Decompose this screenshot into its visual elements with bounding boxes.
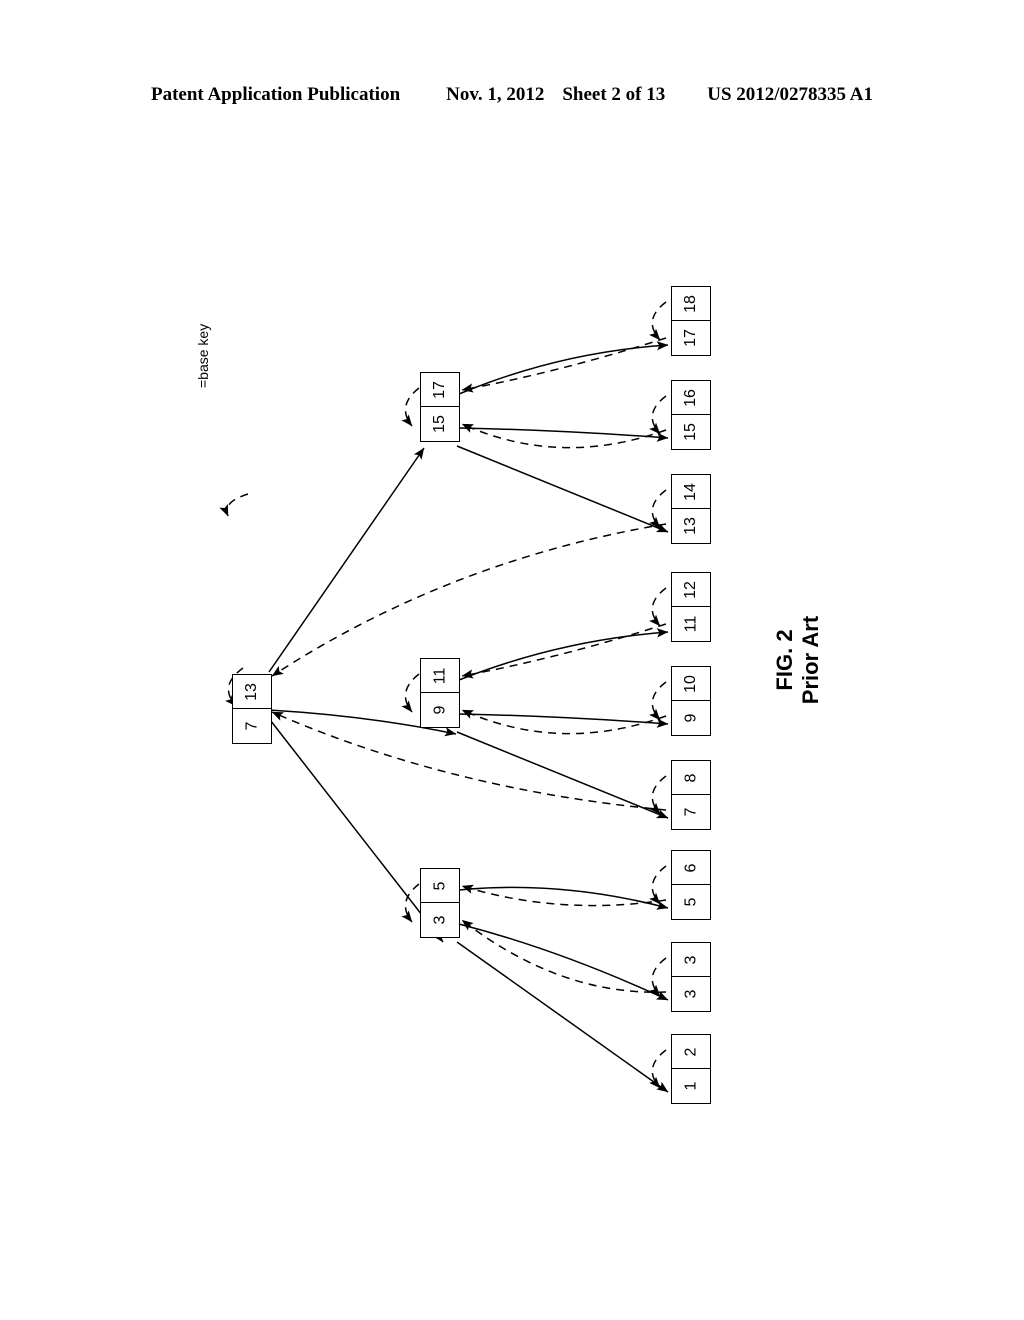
node-cell: 15 — [421, 407, 459, 441]
tree-node-leaf-9: 2 1 — [671, 1034, 711, 1104]
node-cell-value: 5 — [431, 881, 448, 890]
edge-basekey-internal-1-self — [401, 387, 420, 427]
edge-root-to-internal-3 — [266, 715, 444, 943]
edge-basekey-leaf-4-self — [649, 587, 667, 627]
patent-figure-page: Patent Application Publication Nov. 1, 20… — [0, 0, 1024, 1320]
node-cell: 13 — [672, 509, 710, 543]
node-cell-value: 5 — [682, 897, 699, 907]
node-cell: 11 — [421, 659, 459, 693]
edge-basekey-leaf-1-to-internal-1 — [461, 337, 667, 393]
node-cell-value: 13 — [681, 517, 699, 535]
figure-subtitle: Prior Art — [798, 615, 823, 705]
node-cell: 10 — [672, 667, 710, 701]
node-cell: 5 — [421, 869, 459, 903]
edge-basekey-leaf-3-to-root — [271, 523, 667, 677]
node-cell: 17 — [421, 373, 459, 407]
node-cell-value: 14 — [681, 482, 699, 501]
node-cell: 9 — [421, 693, 459, 727]
node-cell-value: 11 — [681, 615, 699, 633]
edge-internal-1-to-leaf-2 — [458, 427, 669, 442]
legend-basekey-arrow — [219, 493, 249, 517]
node-cell: 16 — [672, 381, 710, 415]
node-cell-value: 7 — [243, 721, 260, 731]
node-cell: 18 — [672, 287, 710, 321]
node-cell-value: 3 — [431, 915, 448, 925]
tree-node-leaf-7: 6 5 — [671, 850, 711, 920]
node-cell-value: 16 — [681, 388, 699, 407]
edge-basekey-leaf-5-self — [649, 681, 667, 721]
node-cell: 12 — [672, 573, 710, 607]
node-cell: 8 — [672, 761, 710, 795]
figure-number: FIG. 2 — [772, 629, 797, 691]
edge-basekey-leaf-3-self — [649, 489, 667, 529]
edge-internal-2-to-leaf-6 — [456, 731, 669, 819]
node-cell-value: 17 — [430, 380, 448, 399]
node-cell-value: 9 — [682, 713, 699, 723]
node-cell-value: 7 — [682, 807, 699, 817]
node-cell-value: 15 — [681, 423, 699, 441]
node-cell-value: 12 — [681, 580, 699, 599]
edge-basekey-leaf-2-self — [649, 395, 667, 435]
node-cell: 17 — [672, 321, 710, 355]
edge-internal-3-to-leaf-8 — [458, 923, 669, 1001]
edge-basekey-leaf-7-to-internal-3 — [461, 884, 667, 907]
node-cell-value: 1 — [682, 1081, 699, 1091]
legend-base-key-label: =base key — [195, 323, 211, 388]
edge-internal-1-to-leaf-1 — [458, 341, 669, 395]
node-cell-value: 10 — [681, 674, 699, 693]
edge-basekey-leaf-6-self — [649, 775, 667, 815]
edge-internal-1-to-leaf-3 — [456, 445, 669, 533]
tree-node-leaf-1: 18 17 — [671, 286, 711, 356]
node-cell-value: 3 — [682, 989, 699, 999]
tree-node-leaf-2: 16 15 — [671, 380, 711, 450]
node-cell: 3 — [421, 903, 459, 937]
tree-node-internal-3: 5 3 — [420, 868, 460, 938]
figure-caption: FIG. 2 Prior Art — [772, 570, 892, 750]
edge-basekey-internal-2-self — [401, 673, 420, 713]
node-cell: 7 — [233, 709, 271, 743]
node-cell-value: 2 — [682, 1047, 699, 1056]
node-cell-value: 3 — [682, 955, 699, 964]
tree-node-leaf-8: 3 3 — [671, 942, 711, 1012]
tree-node-internal-1: 17 15 — [420, 372, 460, 442]
tree-node-leaf-6: 8 7 — [671, 760, 711, 830]
edge-internal-2-to-leaf-5 — [458, 713, 669, 728]
edge-root-to-internal-1 — [268, 447, 425, 673]
node-cell: 1 — [672, 1069, 710, 1103]
tree-node-leaf-3: 14 13 — [671, 474, 711, 544]
node-cell-value: 9 — [431, 705, 448, 715]
tree-node-leaf-5: 10 9 — [671, 666, 711, 736]
node-cell-value: 11 — [430, 667, 448, 684]
edge-basekey-leaf-1-self — [649, 301, 667, 341]
node-cell: 3 — [672, 977, 710, 1011]
node-cell: 15 — [672, 415, 710, 449]
node-cell-value: 17 — [681, 329, 699, 347]
node-cell-value: 15 — [430, 415, 448, 433]
node-cell-value: 13 — [242, 682, 260, 701]
node-cell: 6 — [672, 851, 710, 885]
node-cell: 2 — [672, 1035, 710, 1069]
edge-basekey-leaf-7-self — [649, 865, 667, 905]
node-cell-value: 8 — [682, 773, 699, 782]
node-cell-value: 18 — [681, 294, 699, 313]
edge-internal-3-to-leaf-9 — [456, 941, 669, 1093]
edge-internal-2-to-leaf-4 — [458, 628, 669, 681]
edge-basekey-leaf-6-to-root — [271, 711, 667, 811]
edge-basekey-leaf-8-self — [649, 957, 667, 997]
node-cell: 11 — [672, 607, 710, 641]
tree-node-internal-2: 11 9 — [420, 658, 460, 728]
node-cell-value: 6 — [682, 863, 699, 872]
node-cell: 3 — [672, 943, 710, 977]
node-cell: 7 — [672, 795, 710, 829]
node-cell: 13 — [233, 675, 271, 709]
tree-node-leaf-4: 12 11 — [671, 572, 711, 642]
node-cell: 5 — [672, 885, 710, 919]
tree-node-root: 13 7 — [232, 674, 272, 744]
node-cell: 14 — [672, 475, 710, 509]
node-cell: 9 — [672, 701, 710, 735]
